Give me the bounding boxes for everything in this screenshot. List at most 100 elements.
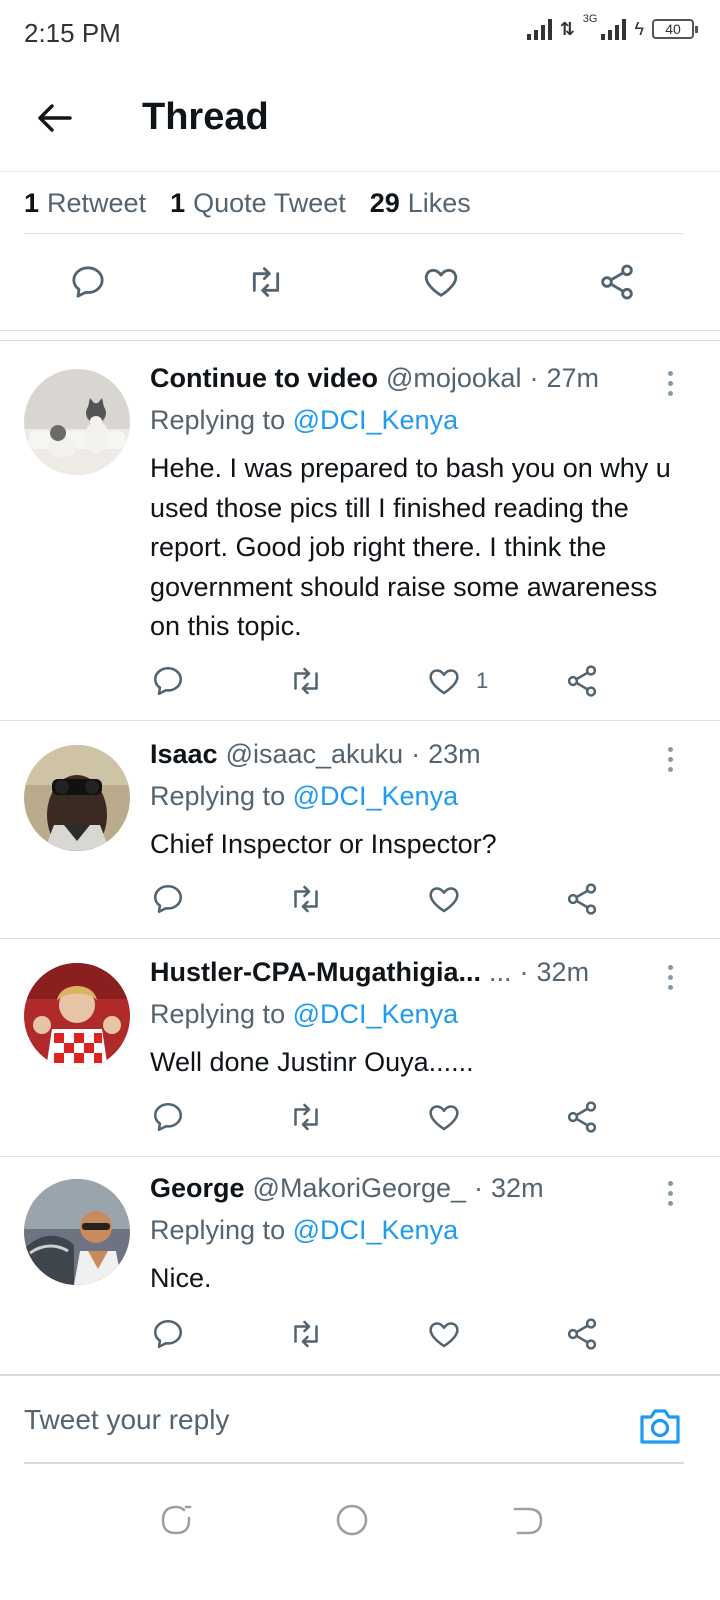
- heart-icon: [429, 1322, 459, 1348]
- like-button[interactable]: 1: [426, 661, 488, 701]
- status-icons: ⇅ 3G ϟ 40: [526, 13, 698, 40]
- reply-tweet[interactable]: Isaac @isaac_akuku · 23m Replying to @DC…: [0, 721, 720, 939]
- home-button[interactable]: [334, 1502, 370, 1538]
- more-options-button[interactable]: [660, 1173, 680, 1213]
- share-icon: [567, 665, 597, 697]
- reply-button[interactable]: [150, 1314, 186, 1354]
- mention-link[interactable]: @DCI_Kenya: [293, 781, 458, 811]
- share-icon: [567, 883, 597, 915]
- avatar[interactable]: [24, 1179, 130, 1285]
- network-type: 3G: [582, 13, 598, 25]
- reply-icon: [153, 1102, 183, 1132]
- reply-icon: [153, 884, 183, 914]
- battery-level: 40: [665, 21, 681, 37]
- reply-header: George @MakoriGeorge_ · 32m: [150, 1173, 680, 1213]
- system-nav-bar: [0, 1480, 720, 1600]
- retweet-icon: [294, 1320, 318, 1348]
- like-button[interactable]: [426, 1097, 462, 1137]
- share-button[interactable]: [597, 262, 637, 302]
- timestamp: 27m: [546, 363, 599, 393]
- reply-body: Isaac @isaac_akuku · 23m Replying to @DC…: [150, 739, 680, 865]
- reply-tweet[interactable]: George @MakoriGeorge_ · 32m Replying to …: [0, 1157, 720, 1375]
- status-time: 2:15 PM: [24, 18, 121, 48]
- share-button[interactable]: [564, 1097, 600, 1137]
- signal-icon: [526, 18, 552, 40]
- recent-apps-icon: [161, 1505, 192, 1535]
- retweet-icon: [294, 885, 318, 913]
- replying-to: Replying to @DCI_Kenya: [150, 1215, 459, 1245]
- mention-link[interactable]: @DCI_Kenya: [293, 999, 458, 1029]
- like-button[interactable]: [426, 879, 462, 919]
- reply-input[interactable]: [24, 1376, 624, 1464]
- recent-apps-button[interactable]: [158, 1502, 194, 1538]
- display-name[interactable]: Isaac: [150, 739, 218, 770]
- status-bar: 2:15 PM ⇅ 3G ϟ 40: [0, 0, 720, 64]
- reply-actions: 1: [150, 661, 610, 701]
- retweet-button[interactable]: [246, 262, 286, 302]
- retweet-icon: [294, 1103, 318, 1131]
- handle[interactable]: @mojookal: [386, 363, 521, 394]
- share-icon: [567, 1101, 597, 1133]
- more-options-button[interactable]: [660, 957, 680, 997]
- retweets-stat[interactable]: 1 Retweet: [24, 188, 146, 219]
- camera-icon: [640, 1409, 680, 1444]
- replying-to: Replying to @DCI_Kenya: [150, 781, 459, 811]
- battery-icon: 40: [652, 19, 698, 39]
- display-name[interactable]: George: [150, 1173, 245, 1204]
- share-button[interactable]: [564, 879, 600, 919]
- heart-icon: [429, 1105, 459, 1131]
- more-options-button[interactable]: [660, 363, 680, 403]
- display-name[interactable]: Hustler-CPA-Mugathigia...: [150, 957, 481, 988]
- retweet-icon: [294, 667, 318, 695]
- reply-body: Hustler-CPA-Mugathigia... ... · 32m Repl…: [150, 957, 680, 1083]
- handle[interactable]: @isaac_akuku: [226, 739, 404, 770]
- retweet-button[interactable]: [287, 661, 325, 701]
- retweet-button[interactable]: [287, 1314, 325, 1354]
- retweet-button[interactable]: [287, 879, 325, 919]
- camera-button[interactable]: [638, 1406, 682, 1446]
- back-button[interactable]: [30, 94, 78, 142]
- reply-tweet[interactable]: Continue to video @mojookal · 27m Replyi…: [0, 341, 720, 721]
- timestamp: 23m: [428, 739, 481, 769]
- reply-button[interactable]: [150, 1097, 186, 1137]
- reply-icon: [153, 1319, 183, 1349]
- back-nav-button[interactable]: [510, 1502, 546, 1538]
- display-name[interactable]: Continue to video: [150, 363, 378, 394]
- share-icon: [567, 1318, 597, 1350]
- reply-button[interactable]: [150, 661, 186, 701]
- data-transfer-icon: ⇅: [559, 18, 575, 39]
- separator-dot: ·: [411, 739, 421, 769]
- heart-icon: [429, 887, 459, 913]
- retweet-button[interactable]: [287, 1097, 325, 1137]
- mention-link[interactable]: @DCI_Kenya: [293, 1215, 458, 1245]
- app-header: Thread: [0, 64, 720, 172]
- divider: [24, 1462, 684, 1464]
- reply-button[interactable]: [68, 262, 108, 302]
- tweet-text: Chief Inspector or Inspector?: [150, 829, 497, 859]
- share-button[interactable]: [564, 1314, 600, 1354]
- like-button[interactable]: [426, 1314, 462, 1354]
- avatar[interactable]: [24, 963, 130, 1069]
- reply-actions: [150, 879, 610, 919]
- quote-tweets-stat[interactable]: 1 Quote Tweet: [170, 188, 346, 219]
- reply-body: George @MakoriGeorge_ · 32m Replying to …: [150, 1173, 680, 1299]
- reply-button[interactable]: [150, 879, 186, 919]
- tweet-stats: 1 Retweet 1 Quote Tweet 29 Likes: [24, 174, 684, 234]
- handle[interactable]: ...: [489, 957, 512, 988]
- likes-stat[interactable]: 29 Likes: [370, 188, 471, 219]
- avatar[interactable]: [24, 745, 130, 851]
- signal-icon-2: [601, 18, 627, 40]
- reply-tweet[interactable]: Hustler-CPA-Mugathigia... ... · 32m Repl…: [0, 939, 720, 1157]
- reply-icon: [72, 266, 104, 298]
- divider: [0, 330, 720, 331]
- share-icon: [601, 264, 633, 300]
- more-options-button[interactable]: [660, 739, 680, 779]
- share-button[interactable]: [564, 661, 600, 701]
- home-circle-icon: [336, 1504, 368, 1536]
- back-nav-icon: [513, 1507, 543, 1535]
- tweet-text: Hehe. I was prepared to bash you on why …: [150, 453, 671, 641]
- handle[interactable]: @MakoriGeorge_: [253, 1173, 467, 1204]
- like-button[interactable]: [421, 262, 461, 302]
- mention-link[interactable]: @DCI_Kenya: [293, 405, 458, 435]
- avatar[interactable]: [24, 369, 130, 475]
